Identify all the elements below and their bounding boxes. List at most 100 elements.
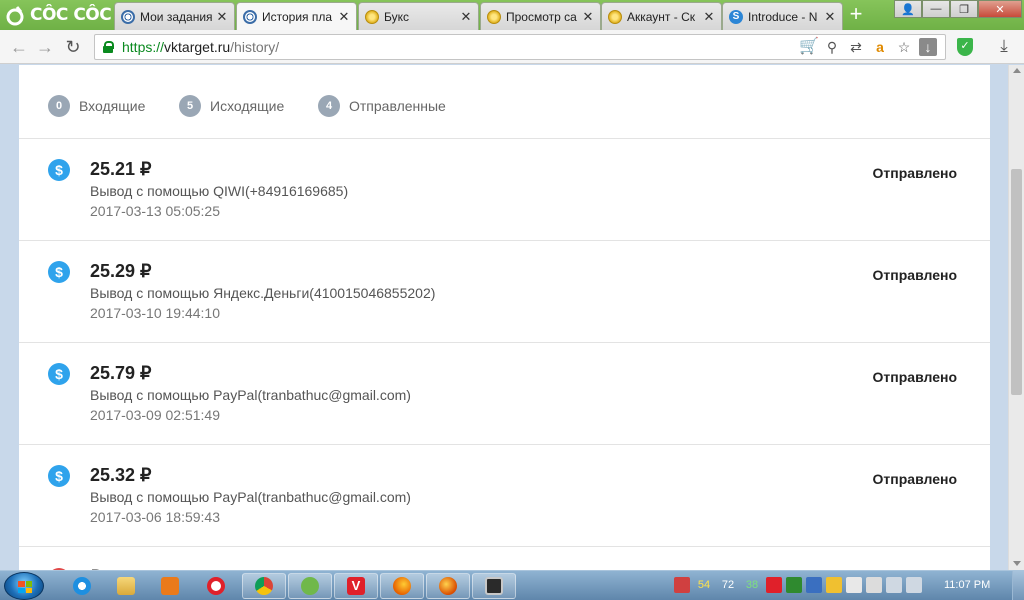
monitor-tray-icon[interactable]	[786, 577, 802, 593]
taskbar-chrome[interactable]	[242, 573, 286, 599]
tab-title: Аккаунт - Ск	[627, 9, 696, 24]
tray-counter: 72	[721, 579, 735, 591]
shield-tray-icon[interactable]	[826, 577, 842, 593]
opera-icon	[207, 577, 225, 595]
download-arrow-icon[interactable]: ↓	[919, 38, 937, 56]
windows-taskbar: V 54 72 38 11:07 PM	[0, 570, 1024, 600]
transaction-date: 2017-03-10 19:44:10	[90, 305, 220, 321]
taskbar-explorer[interactable]	[106, 573, 146, 599]
downloads-icon[interactable]: ⤓	[994, 36, 1014, 56]
tab-introduce[interactable]: S Introduce - N ✕	[722, 2, 843, 30]
flag-tray-icon[interactable]	[846, 577, 862, 593]
filter-label: Входящие	[79, 98, 146, 114]
taskbar-media-player[interactable]	[150, 573, 190, 599]
restore-button[interactable]: ❐	[950, 0, 978, 18]
translate-icon[interactable]: ⇄	[847, 38, 865, 56]
taskbar-coccoc[interactable]	[288, 573, 332, 599]
taskbar-terminal[interactable]	[472, 573, 516, 599]
tab-payment-history[interactable]: История пла ✕	[236, 2, 357, 31]
folder-icon	[117, 577, 135, 595]
transaction-method: Вывод с помощью Яндекс.Деньги(4100150468…	[90, 285, 436, 301]
scroll-thumb[interactable]	[1011, 169, 1022, 395]
volume-tray-icon[interactable]	[906, 577, 922, 593]
transaction-date: 2017-03-09 02:51:49	[90, 407, 220, 423]
transaction-status: Отправлено	[872, 267, 957, 283]
windows-logo-icon	[18, 581, 32, 593]
reload-icon[interactable]: ↻	[62, 37, 84, 57]
media-player-icon	[161, 577, 179, 595]
cart-icon[interactable]: 🛒	[799, 38, 819, 56]
vktarget-icon	[121, 9, 135, 24]
filter-incoming[interactable]: 0 Входящие	[48, 95, 145, 117]
taskbar-vivaldi[interactable]: V	[334, 573, 378, 599]
user-icon[interactable]: 👤	[894, 0, 922, 18]
taskbar-clock[interactable]: 11:07 PM	[944, 579, 990, 591]
coccoc-logo[interactable]: CÔC CÔC	[0, 0, 112, 30]
transaction-row: $ 25.21 ₽ Вывод с помощью QIWI(+84916169…	[19, 139, 990, 241]
back-icon[interactable]: ←	[8, 37, 30, 57]
tab-title: Букс	[384, 9, 409, 24]
pin-icon[interactable]: ⚲	[823, 38, 841, 56]
show-desktop-button[interactable]	[1012, 571, 1024, 600]
tab-title: История пла	[262, 10, 333, 24]
close-icon[interactable]: ✕	[460, 9, 472, 25]
tab-buks[interactable]: Букс ✕	[358, 2, 479, 30]
close-icon[interactable]: ✕	[338, 9, 350, 25]
power-tray-icon[interactable]	[866, 577, 882, 593]
count-badge: 0	[48, 95, 70, 117]
new-tab-button[interactable]: +	[845, 3, 867, 26]
vivaldi-tray-icon[interactable]	[766, 577, 782, 593]
taskbar-firefox-dev[interactable]	[426, 573, 470, 599]
terminal-icon	[485, 577, 503, 595]
vivaldi-icon: V	[347, 577, 365, 595]
transaction-status: Отправлено	[872, 165, 957, 181]
forward-icon[interactable]: →	[34, 37, 56, 57]
url-path: /history/	[230, 39, 280, 55]
network-tray-icon[interactable]	[806, 577, 822, 593]
close-icon[interactable]: ✕	[703, 9, 715, 25]
tab-my-tasks[interactable]: Мои задания ✕	[114, 2, 235, 30]
page-scrollbar[interactable]	[1008, 65, 1024, 570]
count-badge: 5	[179, 95, 201, 117]
page-viewport: 0 Входящие 5 Исходящие 4 Отправленные $ …	[0, 65, 1008, 570]
firefox-dev-icon	[439, 577, 457, 595]
count-badge: 4	[318, 95, 340, 117]
tray-app-icon[interactable]	[674, 577, 690, 593]
star-icon[interactable]: ☆	[895, 38, 913, 56]
dollar-icon: $	[48, 159, 70, 181]
minimize-button[interactable]: —	[922, 0, 950, 18]
omnibox-icons: 🛒 ⚲ ⇄ a ☆ ↓	[799, 38, 937, 56]
close-icon[interactable]: ✕	[216, 9, 228, 25]
close-icon[interactable]: ✕	[824, 9, 836, 25]
filter-outgoing[interactable]: 5 Исходящие	[179, 95, 284, 117]
transaction-row: $ 25.32 ₽ Вывод с помощью PayPal(tranbat…	[19, 445, 990, 547]
vktarget-icon	[243, 10, 257, 24]
coccoc-logo-icon	[6, 6, 24, 26]
taskbar-ie[interactable]	[62, 573, 102, 599]
tab-account[interactable]: Аккаунт - Ск ✕	[601, 2, 722, 30]
tab-title: Мои задания	[140, 9, 213, 24]
transaction-status: Отправлено	[872, 369, 957, 385]
amazon-icon[interactable]: a	[871, 38, 889, 56]
shield-icon[interactable]: ✓	[957, 38, 973, 56]
tab-view-sites[interactable]: Просмотр са ✕	[480, 2, 601, 30]
signal-tray-icon[interactable]	[886, 577, 902, 593]
filter-label: Отправленные	[349, 98, 446, 114]
start-button[interactable]	[4, 572, 44, 600]
taskbar-opera[interactable]	[196, 573, 236, 599]
dollar-icon: $	[48, 261, 70, 283]
transaction-amount: 25.79 ₽	[90, 363, 152, 383]
transaction-method: Вывод с помощью QIWI(+84916169685)	[90, 183, 349, 199]
taskbar-firefox[interactable]	[380, 573, 424, 599]
filter-sent[interactable]: 4 Отправленные	[318, 95, 446, 117]
lock-icon	[103, 41, 114, 53]
firefox-icon	[393, 577, 411, 595]
transaction-amount: 25.32 ₽	[90, 465, 152, 485]
scroll-down-arrow-icon[interactable]	[1013, 561, 1021, 566]
address-bar[interactable]: https://vktarget.ru/history/ 🛒 ⚲ ⇄ a ☆ ↓	[94, 34, 946, 60]
coin-icon	[608, 9, 622, 24]
tab-title: Introduce - N	[748, 9, 818, 24]
scroll-up-arrow-icon[interactable]	[1013, 68, 1021, 73]
close-window-button[interactable]: ✕	[978, 0, 1022, 18]
close-icon[interactable]: ✕	[582, 9, 594, 25]
